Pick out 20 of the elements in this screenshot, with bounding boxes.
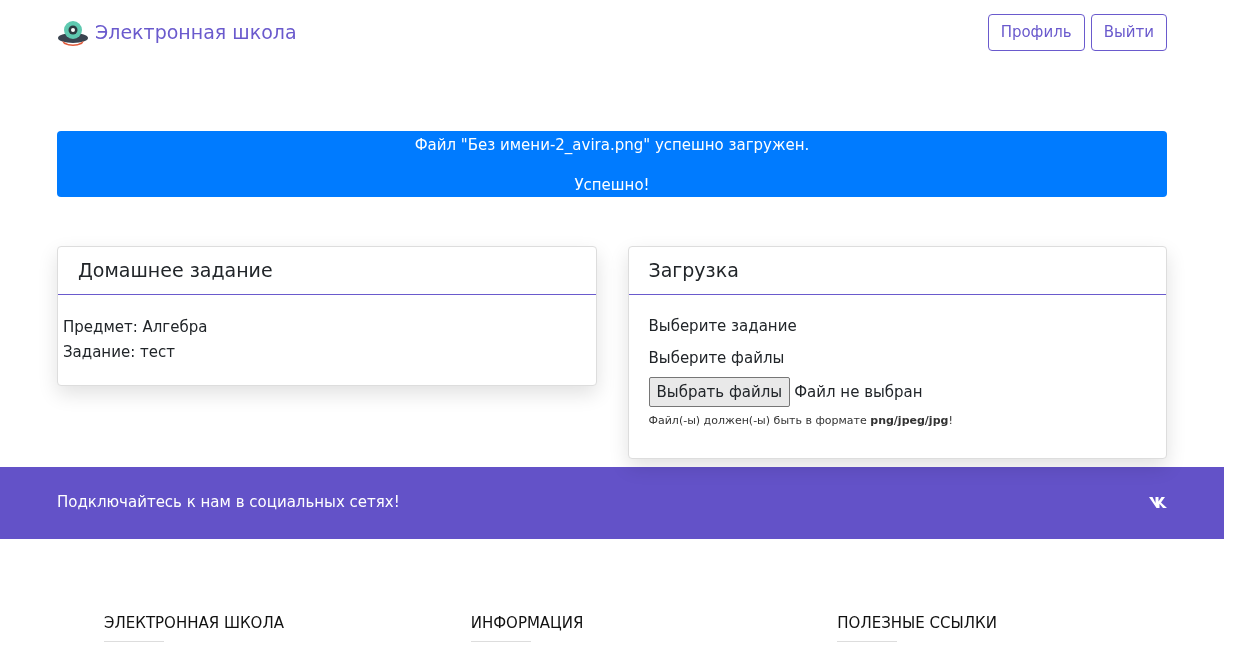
- task-label: Выберите задание: [648, 316, 798, 337]
- homework-detail: Предмет: Алгебра: [63, 317, 209, 338]
- alert-text: Успешно!: [573, 174, 651, 196]
- homework-detail: Задание: тест: [63, 342, 176, 363]
- card-title: Загрузка: [628, 247, 1166, 295]
- social-text: Подключайтесь к нам в социальных сетях!: [57, 492, 400, 514]
- choose-files-button[interactable]: Выбрать файлы: [648, 377, 791, 407]
- nav-button[interactable]: Выйти: [1090, 13, 1167, 51]
- vk-icon[interactable]: [1149, 497, 1167, 508]
- robot-logo-icon: [57, 18, 89, 46]
- footer-heading: ПОЛЕЗНЫЕ ССЫЛКИ: [837, 612, 997, 634]
- brand-link[interactable]: Электронная школа: [95, 17, 297, 47]
- files-label: Выберите файлы: [648, 348, 786, 369]
- format-hint: Файл(-ы) должен(-ы) быть в формате png/jpeg/jpg!: [648, 413, 954, 429]
- card-title: Домашнее задание: [58, 247, 596, 295]
- file-status-text: Файл не выбран: [794, 381, 923, 403]
- alert-text: Файл "Без имени-2_avira.png" успешно загружен.: [413, 135, 811, 156]
- nav-button[interactable]: Профиль: [987, 13, 1085, 51]
- footer-heading: ЭЛЕКТРОННАЯ ШКОЛА: [104, 612, 284, 634]
- footer-heading: ИНФОРМАЦИЯ: [470, 612, 584, 634]
